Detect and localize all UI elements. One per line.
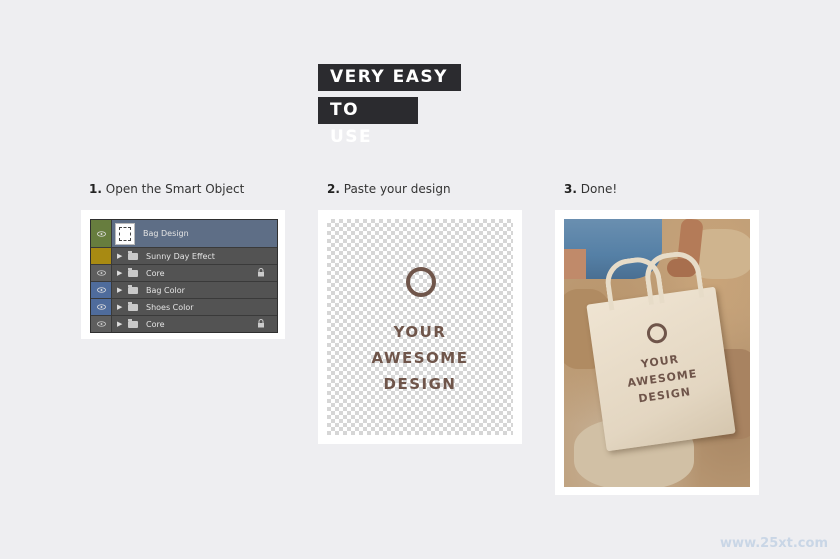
design-canvas-card: YOUR AWESOME DESIGN	[318, 210, 522, 444]
layer-name: Bag Design	[143, 229, 189, 238]
folder-icon	[128, 284, 138, 294]
layer-name: Sunny Day Effect	[146, 251, 215, 261]
smart-object-thumbnail	[115, 222, 135, 245]
design-text-line-2: AWESOME	[371, 349, 469, 367]
circle-logo-icon	[406, 267, 436, 297]
step-2-text: Paste your design	[343, 182, 451, 196]
expand-arrow-icon[interactable]: ▶	[117, 252, 125, 260]
layer-name: Bag Color	[146, 285, 185, 295]
layer-row-core-2[interactable]: ▶ Core	[91, 315, 277, 332]
folder-icon	[128, 250, 138, 260]
visibility-eye-icon[interactable]	[91, 282, 112, 298]
heading-line-2: TO USE	[318, 97, 418, 147]
layer-name: Core	[146, 319, 165, 329]
layer-row-shoes-color[interactable]: ▶ Shoes Color	[91, 298, 277, 315]
visibility-eye-icon[interactable]	[91, 220, 112, 247]
step-1-text: Open the Smart Object	[105, 182, 245, 196]
visibility-eye-icon[interactable]	[91, 316, 112, 332]
expand-arrow-icon[interactable]: ▶	[117, 286, 125, 294]
tote-bag: YOUR AWESOME DESIGN	[586, 248, 736, 452]
step-3-label: 3. Done!	[564, 182, 617, 196]
step-1-number: 1.	[89, 182, 102, 196]
step-2-number: 2.	[327, 182, 340, 196]
layers-panel: Bag Design ▶ Sunny Day Effect ▶ Core ▶ B…	[90, 219, 278, 333]
visibility-eye-icon[interactable]	[91, 299, 112, 315]
design-text-line-1: YOUR	[393, 323, 447, 341]
folder-icon	[128, 318, 138, 328]
layer-name: Shoes Color	[146, 302, 194, 312]
layer-row-bag-design[interactable]: Bag Design	[91, 220, 277, 247]
folder-icon	[128, 301, 138, 311]
layer-row-core[interactable]: ▶ Core	[91, 264, 277, 281]
step-1-label: 1. Open the Smart Object	[89, 182, 244, 196]
step-2-label: 2. Paste your design	[327, 182, 451, 196]
visibility-eye-icon[interactable]	[91, 248, 112, 264]
design-text-line-3: DESIGN	[383, 375, 457, 393]
step-3-text: Done!	[580, 182, 618, 196]
heading-line-1: VERY EASY	[318, 64, 461, 91]
leg	[564, 249, 586, 279]
layer-row-sunny-day-effect[interactable]: ▶ Sunny Day Effect	[91, 247, 277, 264]
result-photo-card: YOUR AWESOME DESIGN	[555, 210, 759, 495]
expand-arrow-icon[interactable]: ▶	[117, 303, 125, 311]
expand-arrow-icon[interactable]: ▶	[117, 320, 125, 328]
watermark: www.25xt.com	[720, 536, 828, 551]
lock-icon	[258, 319, 264, 328]
step-3-number: 3.	[564, 182, 577, 196]
lock-icon	[258, 268, 264, 277]
expand-arrow-icon[interactable]: ▶	[117, 269, 125, 277]
circle-logo-icon	[645, 321, 669, 345]
layer-row-bag-color[interactable]: ▶ Bag Color	[91, 281, 277, 298]
visibility-eye-icon[interactable]	[91, 265, 112, 281]
transparent-canvas: YOUR AWESOME DESIGN	[327, 219, 513, 435]
layer-name: Core	[146, 268, 165, 278]
tote-bag-photo: YOUR AWESOME DESIGN	[564, 219, 750, 487]
folder-icon	[128, 267, 138, 277]
layers-panel-card: Bag Design ▶ Sunny Day Effect ▶ Core ▶ B…	[81, 210, 285, 339]
